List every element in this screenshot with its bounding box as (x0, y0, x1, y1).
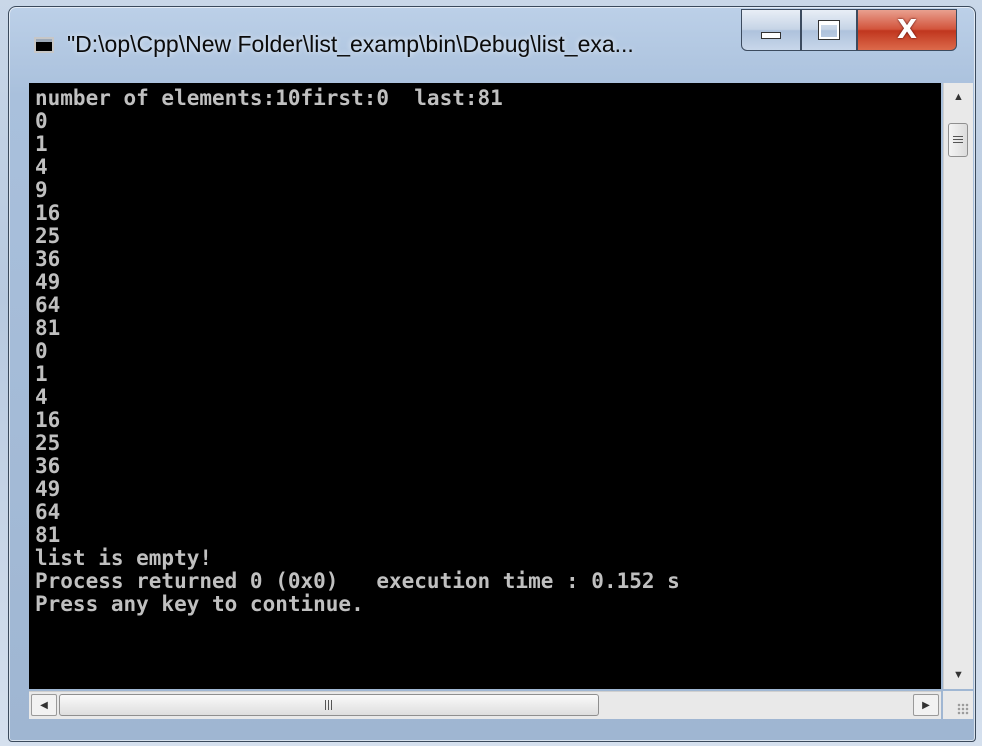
console-line: 49 (35, 477, 61, 501)
console-line: 64 (35, 293, 61, 317)
console-line: 1 (35, 362, 48, 386)
console-line: 0 (35, 109, 48, 133)
horizontal-scroll-thumb[interactable] (59, 694, 599, 716)
console-line: 49 (35, 270, 61, 294)
resize-grip-icon (957, 703, 969, 715)
close-button[interactable]: X (857, 9, 957, 51)
console-line: 16 (35, 201, 61, 225)
console-window: "D:\op\Cpp\New Folder\list_examp\bin\Deb… (8, 6, 976, 742)
console-line: number of elements:10first:0 last:81 (35, 86, 503, 110)
grip-icon (953, 135, 963, 145)
grip-icon (324, 700, 334, 710)
title-bar[interactable]: "D:\op\Cpp\New Folder\list_examp\bin\Deb… (9, 7, 975, 77)
console-line: 81 (35, 316, 61, 340)
window-title: "D:\op\Cpp\New Folder\list_examp\bin\Deb… (67, 31, 634, 57)
vertical-scrollbar[interactable]: ▲ ▼ (943, 83, 973, 689)
arrow-left-icon[interactable]: ◀ (31, 694, 57, 716)
console-window-icon[interactable] (34, 37, 54, 53)
console-line: Press any key to continue. (35, 592, 364, 616)
resize-grip[interactable] (943, 691, 973, 719)
console-output[interactable]: number of elements:10first:0 last:81 0 1 4 9… (29, 83, 941, 689)
arrow-up-icon[interactable]: ▲ (944, 83, 973, 111)
maximize-button[interactable] (801, 9, 857, 51)
maximize-icon (818, 20, 840, 40)
console-line: 9 (35, 178, 48, 202)
console-line: 25 (35, 224, 61, 248)
arrow-right-icon[interactable]: ▶ (913, 694, 939, 716)
vertical-scroll-thumb[interactable] (948, 123, 968, 157)
console-line: 4 (35, 155, 48, 179)
minimize-icon (761, 31, 781, 39)
console-line: 64 (35, 500, 61, 524)
console-line: 0 (35, 339, 48, 363)
console-line: 4 (35, 385, 48, 409)
console-line: Process returned 0 (0x0) execution time … (35, 569, 680, 593)
console-line: 36 (35, 247, 61, 271)
horizontal-scrollbar[interactable]: ◀ ▶ (29, 691, 941, 719)
console-line: 25 (35, 431, 61, 455)
arrow-down-icon[interactable]: ▼ (944, 661, 973, 689)
console-line: 1 (35, 132, 48, 156)
close-icon: X (896, 15, 918, 45)
console-line: 36 (35, 454, 61, 478)
console-line: 81 (35, 523, 61, 547)
minimize-button[interactable] (741, 9, 801, 51)
console-line: list is empty! (35, 546, 213, 570)
console-line: 16 (35, 408, 61, 432)
